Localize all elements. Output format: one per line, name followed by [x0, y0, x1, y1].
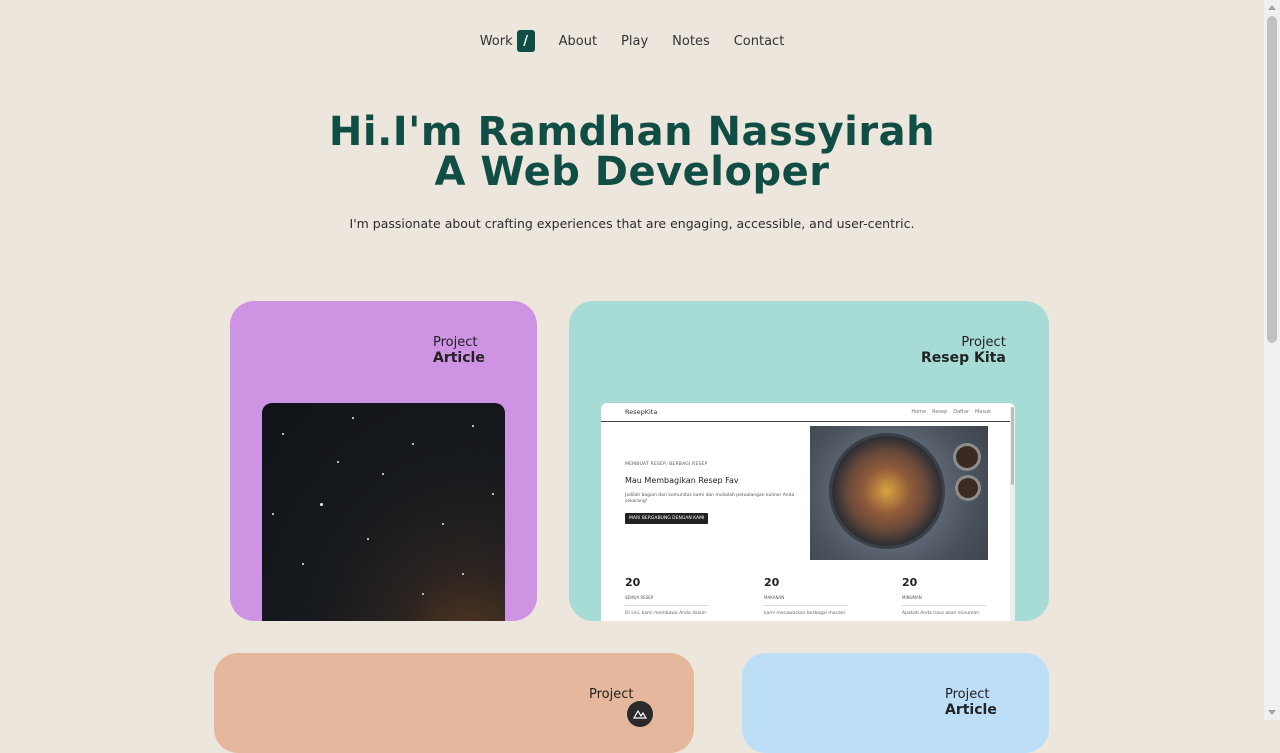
resep-kita-preview: ResepKita Home Resep Daftar Masuk MEMBUA…	[601, 403, 1015, 621]
stat-text: kami menawarkan berbagai macam	[764, 611, 846, 616]
stat-text: Di sini, kami membawa Anda dalam	[625, 611, 707, 616]
stat-caption: MAKANAN	[764, 595, 785, 600]
preview-stat: 20 SEMUA RESEP Di sini, kami membawa And…	[625, 576, 709, 616]
card-title: Article	[945, 702, 997, 718]
preview-scrollbar	[1010, 407, 1015, 621]
card-kicker: Project	[589, 687, 634, 702]
nav-play[interactable]: Play	[621, 34, 648, 49]
nav-contact[interactable]: Contact	[734, 34, 785, 49]
preview-link: Masuk	[974, 409, 991, 415]
stat-number: 20	[625, 576, 641, 589]
card-kicker: Project	[961, 335, 1006, 350]
page-scrollbar[interactable]	[1264, 0, 1280, 720]
slash-icon: /	[516, 30, 535, 52]
nav-work[interactable]: Work /	[480, 30, 535, 52]
night-sky-image	[262, 403, 505, 621]
preview-link: Daftar	[953, 409, 969, 415]
preview-stat: 20 MINUMAN Apakah Anda haus akan minuman	[902, 576, 986, 616]
preview-title: Mau Membagikan Resep Fav	[625, 476, 739, 485]
card-label: Project Article	[945, 687, 997, 718]
card-title: Article	[433, 350, 485, 366]
hero-title-line2: A Web Developer	[434, 149, 830, 195]
card-label: Project Article	[433, 335, 485, 366]
nav-about[interactable]: About	[559, 34, 597, 49]
scroll-up-icon[interactable]	[1268, 5, 1276, 10]
preview-links: Home Resep Daftar Masuk	[911, 409, 991, 415]
stat-text: Apakah Anda haus akan minuman	[902, 611, 980, 616]
preview-eyebrow: MEMBUAT RESEP, BERBAGI RESEP	[625, 462, 708, 467]
preview-brand: ResepKita	[625, 408, 658, 416]
stat-caption: MINUMAN	[902, 595, 922, 600]
mountain-logo-icon	[633, 709, 647, 719]
hero-tagline: I'm passionate about crafting experience…	[349, 216, 915, 231]
preview-desc: Jadilah bagian dari komunitas kami dan m…	[625, 493, 795, 504]
food-plate-image	[810, 426, 988, 560]
preview-link: Home	[911, 409, 927, 415]
stat-number: 20	[764, 576, 780, 589]
preview-stat: 20 MAKANAN kami menawarkan berbagai maca…	[764, 576, 848, 616]
hero: Hi.I'm Ramdhan Nassyirah A Web Developer…	[0, 112, 1264, 231]
stat-number: 20	[902, 576, 918, 589]
hero-title-line1: Hi.I'm Ramdhan Nassyirah	[328, 109, 936, 155]
nav-notes[interactable]: Notes	[672, 34, 710, 49]
preview-join-button: MARI BERGABUNG DENGAN KAMI	[625, 513, 709, 524]
project-card-resep-kita[interactable]: Project Resep Kita ResepKita Home Resep …	[569, 301, 1049, 621]
preview-navbar: ResepKita Home Resep Daftar Masuk	[601, 403, 1015, 422]
card-kicker: Project	[433, 335, 478, 350]
scrollbar-thumb[interactable]	[1267, 16, 1277, 343]
nuxt-devtools-button[interactable]	[627, 701, 653, 727]
card-kicker: Project	[945, 687, 990, 702]
scroll-down-icon[interactable]	[1268, 710, 1276, 715]
preview-link: Resep	[932, 409, 948, 415]
stat-caption: SEMUA RESEP	[625, 595, 654, 600]
top-nav: Work / About Play Notes Contact	[0, 30, 1264, 52]
nav-work-label: Work	[479, 33, 513, 49]
card-title: Resep Kita	[921, 350, 1006, 366]
card-label: Project	[589, 687, 633, 702]
project-card-3[interactable]: Project	[214, 653, 694, 753]
project-card-article[interactable]: Project Article	[230, 301, 537, 621]
project-card-article-2[interactable]: Project Article	[742, 653, 1049, 753]
card-label: Project Resep Kita	[921, 335, 1006, 366]
